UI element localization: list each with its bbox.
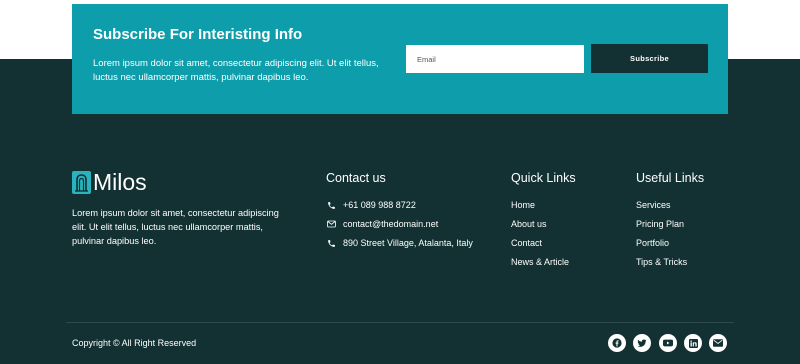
subscribe-panel: Subscribe For Interisting Info Lorem ips… bbox=[72, 4, 728, 114]
brand-description: Lorem ipsum dolor sit amet, consectetur … bbox=[72, 208, 279, 246]
facebook-icon[interactable] bbox=[608, 334, 626, 352]
envelope-icon bbox=[326, 219, 336, 229]
quick-link-about[interactable]: About us bbox=[511, 219, 547, 229]
quick-link-home[interactable]: Home bbox=[511, 200, 535, 210]
subscribe-title: Subscribe For Interisting Info bbox=[93, 26, 303, 43]
contact-address[interactable]: 890 Street Village, Atalanta, Italy bbox=[326, 238, 473, 248]
phone-icon bbox=[326, 200, 336, 210]
subscribe-button[interactable]: Subscribe bbox=[591, 44, 708, 73]
contact-title: Contact us bbox=[326, 171, 386, 185]
linkedin-icon[interactable] bbox=[684, 334, 702, 352]
useful-link-tips[interactable]: Tips & Tricks bbox=[636, 257, 687, 267]
contact-email-text: contact@thedomain.net bbox=[343, 219, 439, 229]
brand-logo[interactable]: Milos bbox=[72, 169, 147, 195]
useful-links-title: Useful Links bbox=[636, 171, 705, 185]
copyright-text: Copyright © All Right Reserved bbox=[72, 338, 197, 348]
phone-icon bbox=[326, 238, 336, 248]
contact-phone[interactable]: +61 089 988 8722 bbox=[326, 200, 416, 210]
useful-link-services[interactable]: Services bbox=[636, 200, 671, 210]
logo-icon bbox=[72, 170, 91, 194]
contact-address-text: 890 Street Village, Atalanta, Italy bbox=[343, 238, 473, 248]
brand-name: Milos bbox=[93, 169, 147, 195]
subscribe-description: Lorem ipsum dolor sit amet, consectetur … bbox=[93, 58, 379, 83]
quick-links-title: Quick Links bbox=[511, 171, 576, 185]
email-icon[interactable] bbox=[709, 334, 727, 352]
useful-link-pricing[interactable]: Pricing Plan bbox=[636, 219, 684, 229]
contact-email[interactable]: contact@thedomain.net bbox=[326, 219, 438, 229]
youtube-icon[interactable] bbox=[659, 334, 677, 352]
twitter-icon[interactable] bbox=[633, 334, 651, 352]
email-input[interactable] bbox=[406, 45, 584, 73]
contact-phone-text: +61 089 988 8722 bbox=[343, 200, 416, 210]
quick-link-news[interactable]: News & Article bbox=[511, 257, 569, 267]
useful-link-portfolio[interactable]: Portfolio bbox=[636, 238, 669, 248]
footer-divider bbox=[66, 322, 734, 323]
quick-link-contact[interactable]: Contact bbox=[511, 238, 542, 248]
